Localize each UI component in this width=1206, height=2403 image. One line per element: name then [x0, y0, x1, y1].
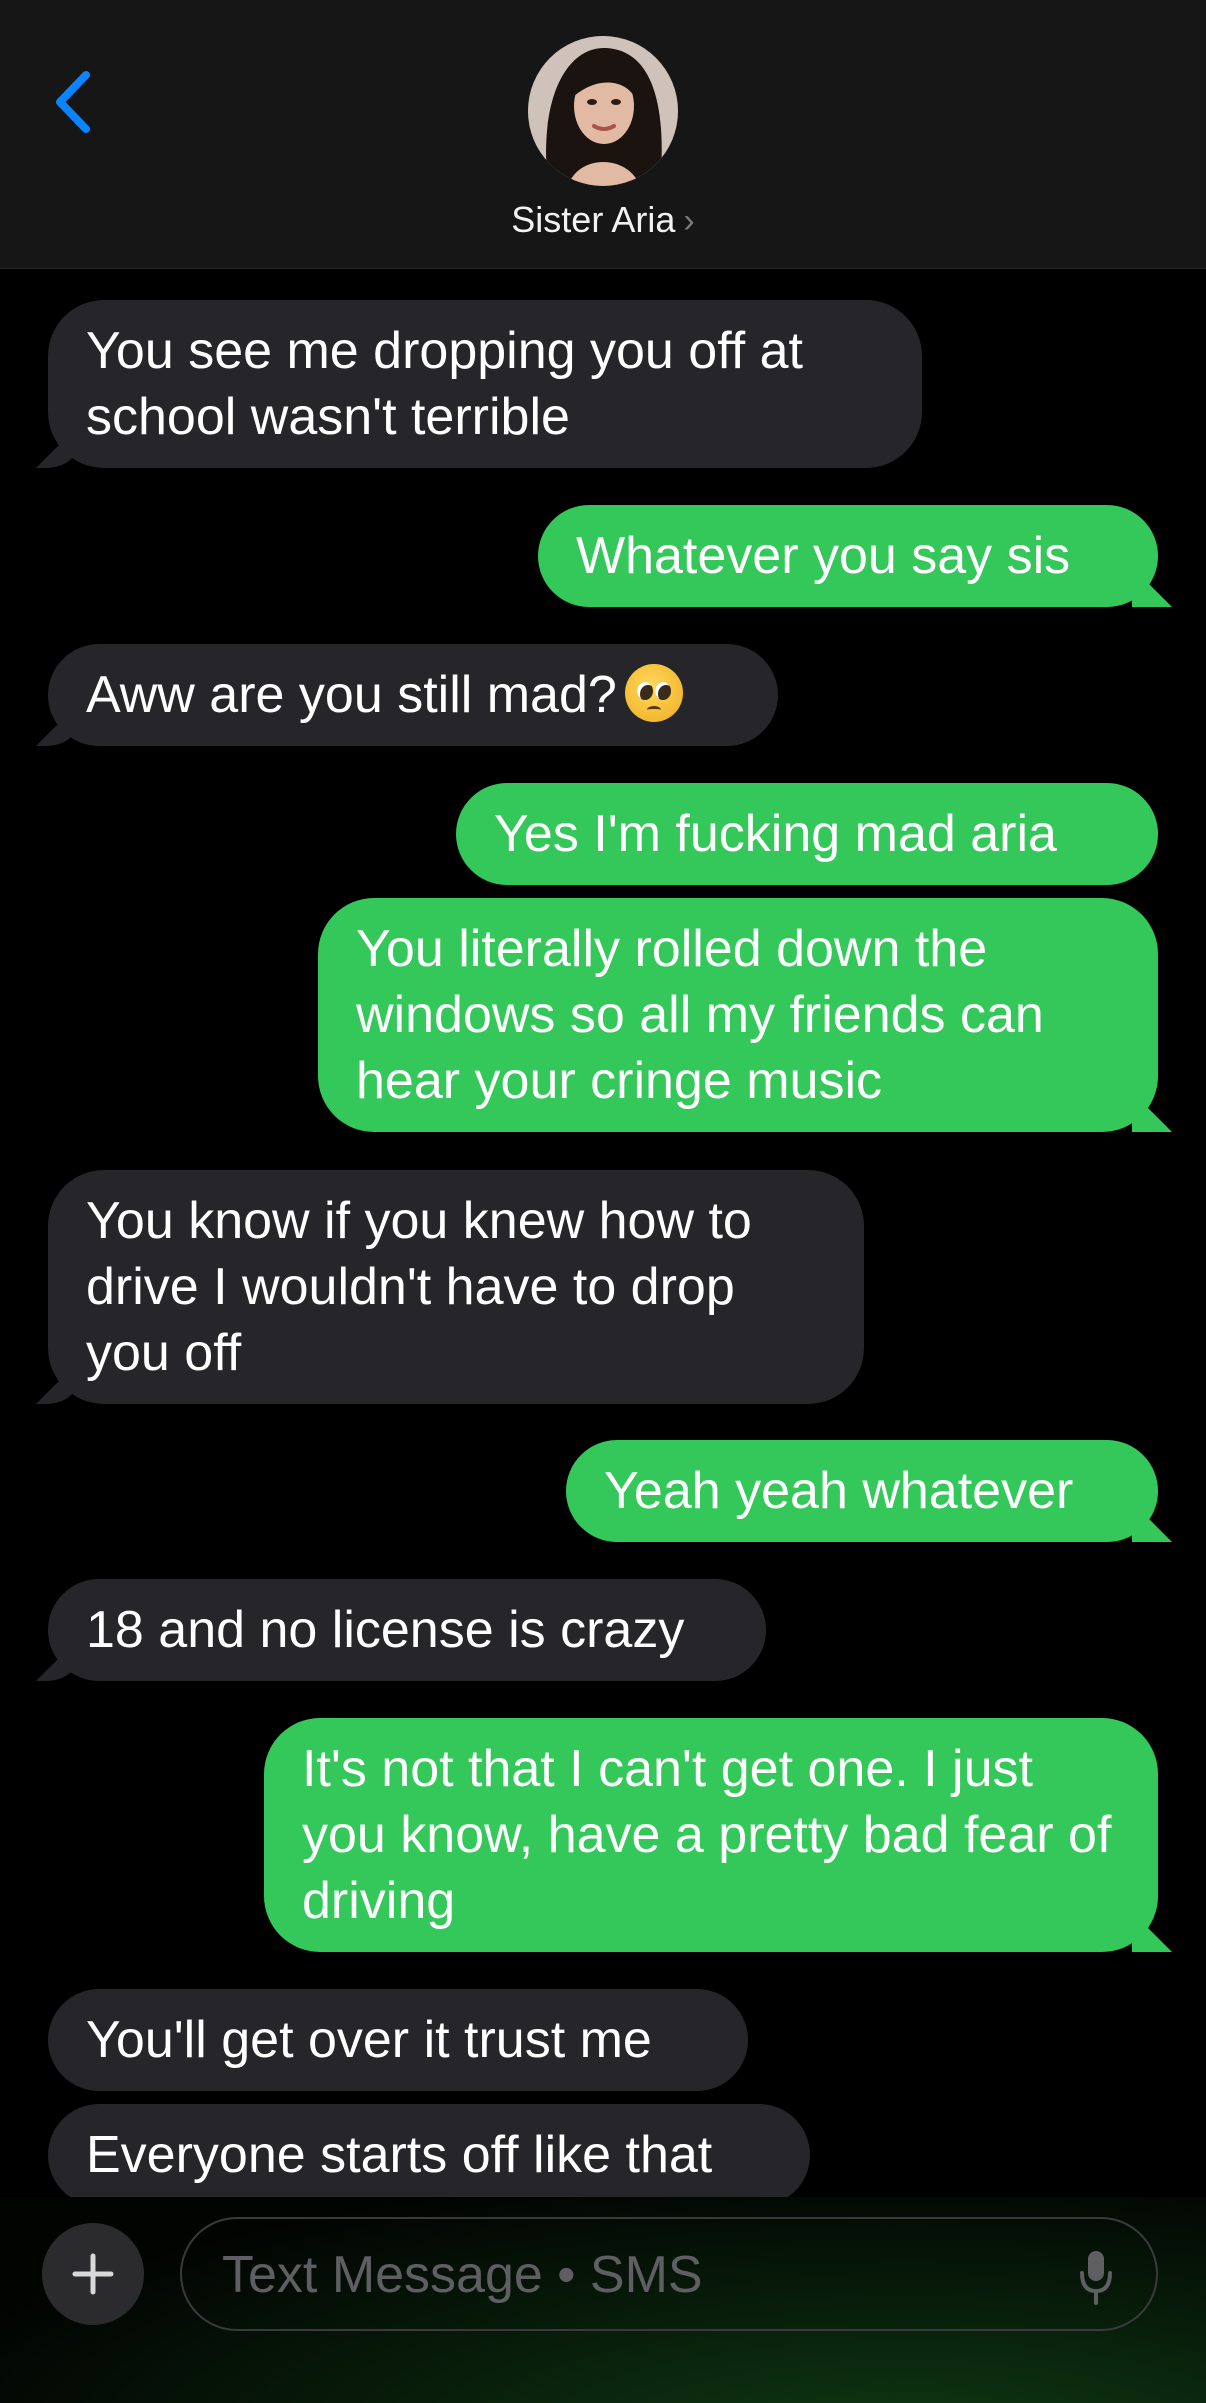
message-text: Yes I'm fucking mad aria	[494, 805, 1057, 863]
message-outgoing[interactable]: Yes I'm fucking mad aria	[456, 783, 1158, 885]
message-outgoing[interactable]: You literally rolled down the windows so…	[318, 898, 1158, 1132]
message-text: You know if you knew how to drive I woul…	[86, 1192, 752, 1382]
message-incoming[interactable]: You know if you knew how to drive I woul…	[48, 1170, 864, 1404]
message-text: Everyone starts off like that	[86, 2126, 713, 2184]
message-incoming[interactable]: 18 and no license is crazy	[48, 1579, 766, 1681]
back-chevron-icon[interactable]	[42, 62, 102, 142]
message-text: It's not that I can't get one. I just yo…	[302, 1740, 1112, 1930]
message-outgoing[interactable]: Yeah yeah whatever	[566, 1440, 1158, 1542]
message-incoming[interactable]: Aww are you still mad?	[48, 644, 778, 746]
message-text: 18 and no license is crazy	[86, 1601, 685, 1659]
contact-name[interactable]: Sister Aria ›	[0, 196, 1206, 245]
conversation-header: Sister Aria ›	[0, 0, 1206, 269]
contact-avatar[interactable]	[528, 36, 678, 186]
message-incoming[interactable]: Everyone starts off like that	[48, 2104, 810, 2206]
message-text: You see me dropping you off at school wa…	[86, 322, 803, 446]
pleading-face-emoji	[624, 664, 683, 722]
message-composer: Text Message • SMS	[0, 2197, 1206, 2403]
microphone-icon[interactable]	[1076, 2247, 1116, 2307]
message-incoming[interactable]: You see me dropping you off at school wa…	[48, 300, 922, 468]
message-outgoing[interactable]: It's not that I can't get one. I just yo…	[264, 1718, 1158, 1952]
message-outgoing[interactable]: Whatever you say sis	[538, 505, 1158, 607]
input-placeholder: Text Message • SMS	[222, 2246, 703, 2304]
chevron-right-icon: ›	[683, 202, 695, 240]
text-message-input[interactable]: Text Message • SMS	[180, 2217, 1158, 2331]
message-text: You'll get over it trust me	[86, 2011, 652, 2069]
message-text: Yeah yeah whatever	[604, 1462, 1074, 1520]
plus-icon[interactable]	[42, 2223, 144, 2325]
message-incoming[interactable]: You'll get over it trust me	[48, 1989, 748, 2091]
contact-name-label: Sister Aria	[511, 199, 676, 240]
message-text: You literally rolled down the windows so…	[356, 920, 1044, 1110]
message-text: Aww are you still mad?	[86, 666, 617, 724]
message-text: Whatever you say sis	[576, 527, 1071, 585]
